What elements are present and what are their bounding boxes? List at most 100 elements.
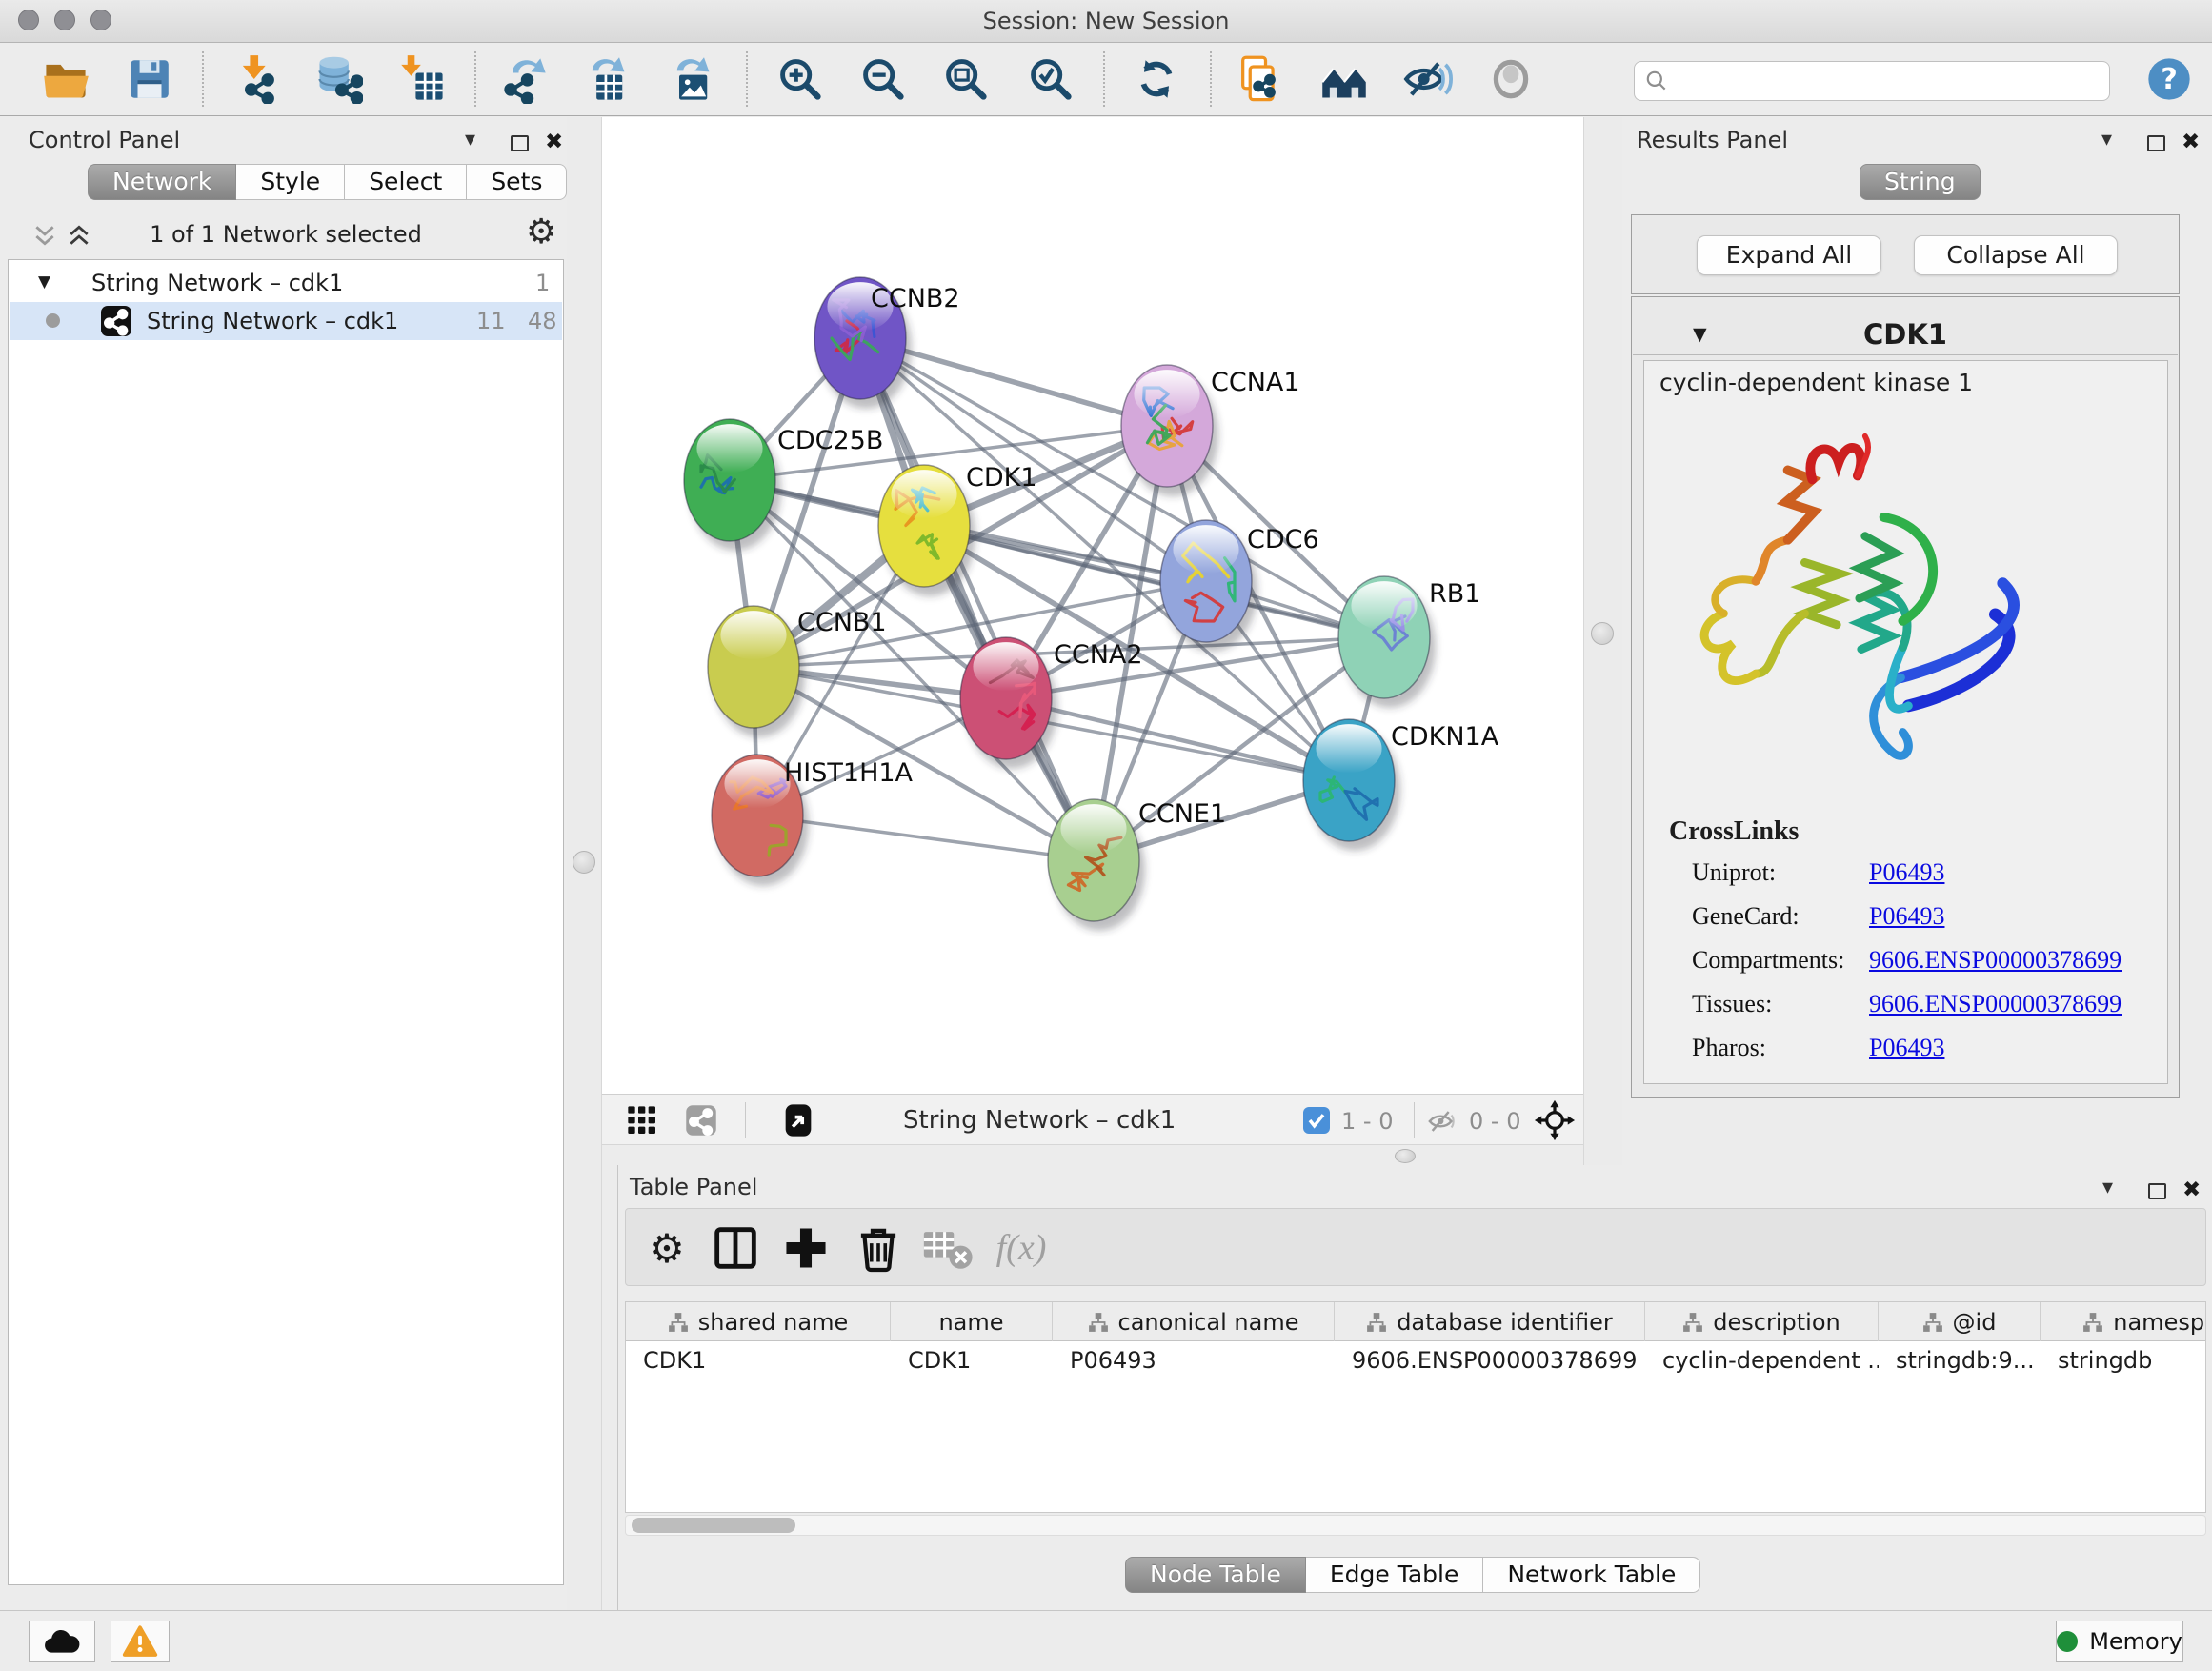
node-label-HIST1H1A: HIST1H1A: [784, 758, 914, 788]
control-panel-tabs: NetworkStyleSelectSets: [88, 164, 567, 200]
column-header-description[interactable]: description: [1645, 1302, 1879, 1341]
node-label-CDK1: CDK1: [966, 463, 1037, 493]
network-row-selected[interactable]: String Network – cdk1 11 48: [10, 302, 562, 340]
network-view-toolbar: String Network – cdk1 1 - 0 0 - 0: [602, 1094, 1583, 1145]
left-splitter-knob[interactable]: [573, 851, 595, 874]
first-neighbors-button[interactable]: [1317, 50, 1372, 109]
import-network-from-database-button[interactable]: [311, 50, 366, 109]
tab-sets[interactable]: Sets: [467, 164, 567, 200]
memory-button[interactable]: Memory: [2056, 1621, 2183, 1662]
column-header-shared-name[interactable]: shared name: [626, 1302, 891, 1341]
zoom-fit-icon: [941, 54, 991, 104]
cell[interactable]: stringdb:9...: [1879, 1341, 2041, 1379]
column-header-namespace[interactable]: namespace: [2041, 1302, 2206, 1341]
crosslink-link[interactable]: P06493: [1869, 902, 1944, 930]
tab-node-table[interactable]: Node Table: [1125, 1557, 1306, 1593]
network-node-CDKN1A[interactable]: [1303, 719, 1400, 851]
crosslink-link[interactable]: P06493: [1869, 1034, 1944, 1061]
tab-edge-table[interactable]: Edge Table: [1306, 1557, 1484, 1593]
birdseye-view-button[interactable]: [1483, 50, 1538, 109]
zoom-in-button[interactable]: [773, 50, 828, 109]
network-column-icon: [2082, 1312, 2103, 1333]
cloud-status-button[interactable]: [29, 1621, 95, 1662]
network-collection-row[interactable]: ▼ String Network – cdk1 1: [10, 264, 562, 302]
column-header--id[interactable]: @id: [1879, 1302, 2041, 1341]
table-panel-close-icon[interactable]: ✖: [2182, 1178, 2201, 1202]
column-header-database-identifier[interactable]: database identifier: [1335, 1302, 1645, 1341]
export-image-button[interactable]: [664, 50, 719, 109]
tab-select[interactable]: Select: [345, 164, 467, 200]
results-panel-collapse-icon[interactable]: ▾: [2101, 128, 2112, 151]
import-network-from-file-button[interactable]: [230, 50, 285, 109]
network-node-RB1[interactable]: [1338, 576, 1436, 708]
tab-network[interactable]: Network: [88, 164, 236, 200]
network-selection-statusbar: 1 of 1 Network selected ⚙: [19, 217, 553, 253]
cell[interactable]: CDK1: [626, 1341, 891, 1379]
network-node-CCNE1[interactable]: [1048, 799, 1145, 931]
network-options-gear-icon[interactable]: ⚙: [526, 215, 556, 250]
network-canvas[interactable]: CCNB2CCNA1CDC25BCDK1CDC6RB1CCNB1CCNA2CDK…: [602, 117, 1583, 1094]
control-panel-collapse-icon[interactable]: ▾: [465, 128, 475, 151]
search-input[interactable]: [1669, 70, 2109, 93]
table-panel-float-icon[interactable]: [2148, 1183, 2166, 1199]
zoom-fit-button[interactable]: [938, 50, 994, 109]
table-horizontal-scrollbar[interactable]: [625, 1515, 2206, 1536]
help-button[interactable]: ?: [2142, 50, 2197, 109]
tab-string[interactable]: String: [1860, 164, 1981, 200]
control-panel-float-icon[interactable]: [511, 135, 529, 151]
crosslink-link[interactable]: 9606.ENSP00000378699: [1869, 946, 2122, 974]
warning-status-button[interactable]: [111, 1621, 170, 1662]
cell[interactable]: P06493: [1053, 1341, 1335, 1379]
table-type-tabs: Node TableEdge TableNetwork Table: [1125, 1557, 1700, 1593]
hide-graphics-details-button[interactable]: [1400, 50, 1456, 109]
cell[interactable]: 9606.ENSP00000378699: [1335, 1341, 1645, 1379]
crosslink-link[interactable]: P06493: [1869, 858, 1944, 886]
results-panel-float-icon[interactable]: [2147, 135, 2165, 151]
table-options-gear-icon[interactable]: ⚙: [639, 1220, 694, 1276]
show-columns-icon[interactable]: [708, 1220, 763, 1276]
scrollbar-thumb[interactable]: [632, 1518, 795, 1533]
expand-all-button[interactable]: Expand All: [1697, 235, 1881, 275]
zoom-out-button[interactable]: [855, 50, 911, 109]
tree-expand-icon[interactable]: ▼: [38, 272, 50, 292]
export-table-button[interactable]: [579, 50, 634, 109]
network-view-share-icon[interactable]: [684, 1103, 718, 1137]
network-node-CCNB1[interactable]: [708, 606, 805, 737]
grid-view-icon[interactable]: [627, 1105, 657, 1136]
cell[interactable]: cyclin-dependent ...: [1645, 1341, 1879, 1379]
collapse-all-button[interactable]: Collapse All: [1914, 235, 2118, 275]
node-label-CCNA1: CCNA1: [1211, 368, 1300, 397]
add-column-icon[interactable]: [778, 1220, 834, 1276]
open-session-button[interactable]: [38, 50, 93, 109]
tab-style[interactable]: Style: [236, 164, 345, 200]
table-panel-collapse-icon[interactable]: ▾: [2102, 1176, 2113, 1199]
results-panel-close-icon[interactable]: ✖: [2182, 130, 2200, 154]
import-table-from-file-button[interactable]: [395, 50, 451, 109]
clone-network-button[interactable]: [1232, 50, 1287, 109]
selected-nodes-checkbox[interactable]: [1303, 1107, 1330, 1134]
memory-label: Memory: [2089, 1628, 2182, 1655]
right-splitter-knob[interactable]: [1591, 622, 1614, 645]
detach-view-icon[interactable]: [779, 1101, 817, 1139]
delete-table-icon[interactable]: [919, 1220, 975, 1276]
crosslink-link[interactable]: 9606.ENSP00000378699: [1869, 990, 2122, 1017]
export-network-button[interactable]: [497, 50, 553, 109]
network-node-CDC6[interactable]: [1160, 520, 1257, 652]
refresh-layout-button[interactable]: [1129, 50, 1184, 109]
horizontal-splitter-knob[interactable]: [1395, 1149, 1416, 1163]
function-builder-fx-icon[interactable]: f(x): [994, 1220, 1049, 1276]
save-session-button[interactable]: [122, 50, 177, 109]
export-table-icon: [582, 54, 632, 104]
tab-network-table[interactable]: Network Table: [1483, 1557, 1700, 1593]
column-header-canonical-name[interactable]: canonical name: [1053, 1302, 1335, 1341]
cell[interactable]: stringdb: [2041, 1341, 2206, 1379]
cell[interactable]: CDK1: [891, 1341, 1053, 1379]
control-panel-close-icon[interactable]: ✖: [545, 130, 563, 154]
network-graph[interactable]: CCNB2CCNA1CDC25BCDK1CDC6RB1CCNB1CCNA2CDK…: [602, 117, 1583, 1094]
table-row[interactable]: CDK1CDK1P064939606.ENSP00000378699cyclin…: [626, 1341, 2206, 1379]
zoom-selected-button[interactable]: [1023, 50, 1078, 109]
column-header-name[interactable]: name: [891, 1302, 1053, 1341]
pan-crosshair-icon[interactable]: [1534, 1099, 1576, 1141]
delete-column-icon[interactable]: [851, 1220, 906, 1276]
network-node-CCNA2[interactable]: [960, 637, 1057, 769]
